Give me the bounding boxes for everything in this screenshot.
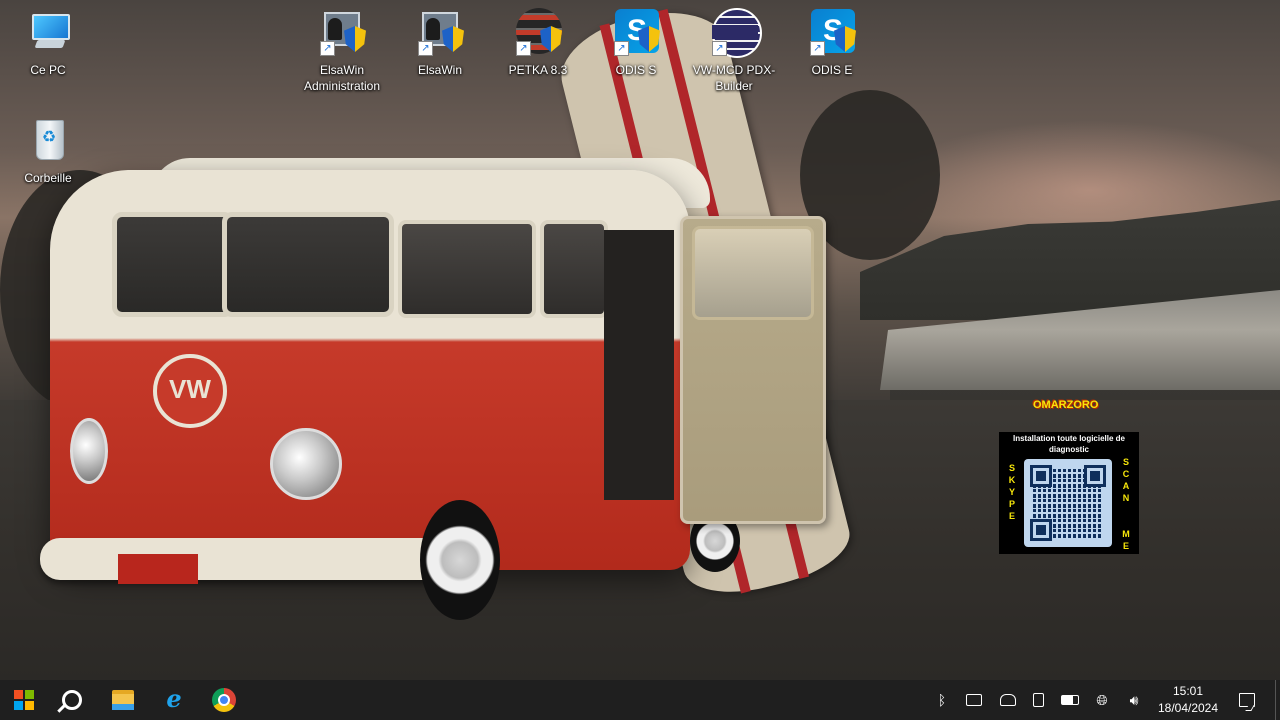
clock-time: 15:01 (1172, 684, 1204, 698)
shortcut-arrow-icon: ↗ (810, 41, 825, 56)
elsawin-icon: ↗ (416, 8, 464, 56)
desktop-icon-this-pc[interactable]: Ce PC (0, 8, 96, 78)
wallpaper-van-headlight (270, 428, 342, 500)
network-drive-icon (1000, 694, 1016, 706)
wallpaper-van-door-window (692, 226, 814, 320)
desktop-icon-label: ElsaWin Administration (303, 63, 381, 93)
tray-bluetooth[interactable]: ᛒ (926, 680, 958, 720)
tray-battery[interactable] (1054, 680, 1086, 720)
action-center-icon (1239, 693, 1255, 707)
internet-explorer-icon: e (166, 684, 182, 713)
battery-icon (1061, 695, 1079, 705)
chrome-icon (212, 688, 236, 712)
file-explorer-icon (112, 690, 134, 710)
wallpaper-van-window (540, 220, 608, 318)
search-button[interactable] (48, 680, 96, 720)
shortcut-arrow-icon: ↗ (712, 41, 727, 56)
clock-date: 18/04/2024 (1157, 701, 1219, 715)
tray-language[interactable]: 🌐︎ (1086, 680, 1118, 720)
tray-meet-now[interactable] (958, 680, 990, 720)
elsawin-admin-icon: ↗ (318, 8, 366, 56)
widget-right-vertical: SCANME (1122, 457, 1130, 551)
vw-logo-icon (153, 354, 227, 428)
desktop-icon-petka[interactable]: ↗ PETKA 8.3 (490, 8, 586, 78)
widget-title: Installation toute logicielle de diagnos… (1012, 434, 1125, 454)
desktop-icon-odis-s[interactable]: S ↗ ODIS S (588, 8, 684, 78)
taskbar: e ᛒ 🌐︎ 🔊︎ 15:01 18/04/2024 (0, 680, 1280, 720)
desktop-icon-label: Ce PC (30, 63, 66, 77)
desktop-icon-label: ElsaWin (417, 63, 462, 77)
wallpaper-van-window (222, 212, 394, 317)
shortcut-arrow-icon: ↗ (516, 41, 531, 56)
odis-s-icon: S ↗ (612, 8, 660, 56)
qr-code-icon (1024, 459, 1112, 547)
desktop-icon-elsawin-admin[interactable]: ↗ ElsaWin Administration (294, 8, 390, 94)
wallpaper-van-window (398, 220, 536, 318)
desktop-icon-label: VW-MCD PDX-Builder (692, 63, 776, 93)
odis-e-icon: S ↗ (808, 8, 856, 56)
this-pc-icon (24, 8, 72, 56)
taskbar-clock[interactable]: 15:01 18/04/2024 (1150, 680, 1226, 720)
bluetooth-icon: ᛒ (937, 692, 947, 708)
desktop-icon-elsawin[interactable]: ↗ ElsaWin (392, 8, 488, 78)
wallpaper-van-wheel (420, 500, 500, 620)
desktop-icon-label: ODIS S (615, 63, 657, 77)
wallpaper-van-headlight (70, 418, 108, 484)
meet-now-icon (966, 694, 982, 706)
desktop-icon-label: ODIS E (811, 63, 853, 77)
globe-icon: 🌐︎ (1096, 691, 1108, 708)
action-center-button[interactable] (1232, 680, 1262, 720)
tray-webcam[interactable] (1022, 680, 1054, 720)
shortcut-arrow-icon: ↗ (320, 41, 335, 56)
desktop-icon-label: Corbeille (24, 171, 72, 185)
widget-brand: OMARZORO (1033, 399, 1099, 411)
windows-start-icon (14, 690, 34, 710)
wallpaper-van-window (112, 212, 234, 317)
wallpaper-van-door-opening (604, 230, 674, 500)
petka-icon: ↗ (514, 8, 562, 56)
start-button[interactable] (0, 680, 48, 720)
tray-volume[interactable]: 🔊︎ (1118, 680, 1150, 720)
desktop-icon-odis-e[interactable]: S ↗ ODIS E (784, 8, 880, 78)
desktop[interactable]: Ce PC ♻ Corbeille ↗ ElsaWin Administrati… (0, 0, 1280, 680)
tray-network-drive[interactable] (992, 680, 1024, 720)
shortcut-arrow-icon: ↗ (418, 41, 433, 56)
search-icon (62, 690, 82, 710)
vw-mcd-pdx-builder-icon: ↗ (710, 8, 762, 58)
desktop-icon-vw-mcd[interactable]: ↗ VW-MCD PDX-Builder (686, 8, 782, 94)
volume-icon: 🔊︎ (1129, 691, 1139, 708)
widget-left-vertical: SKYPE (1008, 463, 1016, 521)
shortcut-arrow-icon: ↗ (614, 41, 629, 56)
webcam-icon (1032, 693, 1044, 707)
taskbar-internet-explorer[interactable]: e (150, 680, 198, 720)
desktop-icon-recycle-bin[interactable]: ♻ Corbeille (0, 116, 96, 186)
qr-widget: Installation toute logicielle de diagnos… (999, 432, 1139, 554)
taskbar-file-explorer[interactable] (99, 680, 147, 720)
recycle-bin-icon: ♻ (24, 116, 72, 164)
show-desktop-button[interactable] (1275, 680, 1280, 720)
wallpaper-van-bumper (40, 538, 450, 580)
wallpaper-van-plate (118, 554, 198, 584)
desktop-icon-label: PETKA 8.3 (508, 63, 568, 77)
taskbar-chrome[interactable] (200, 680, 248, 720)
